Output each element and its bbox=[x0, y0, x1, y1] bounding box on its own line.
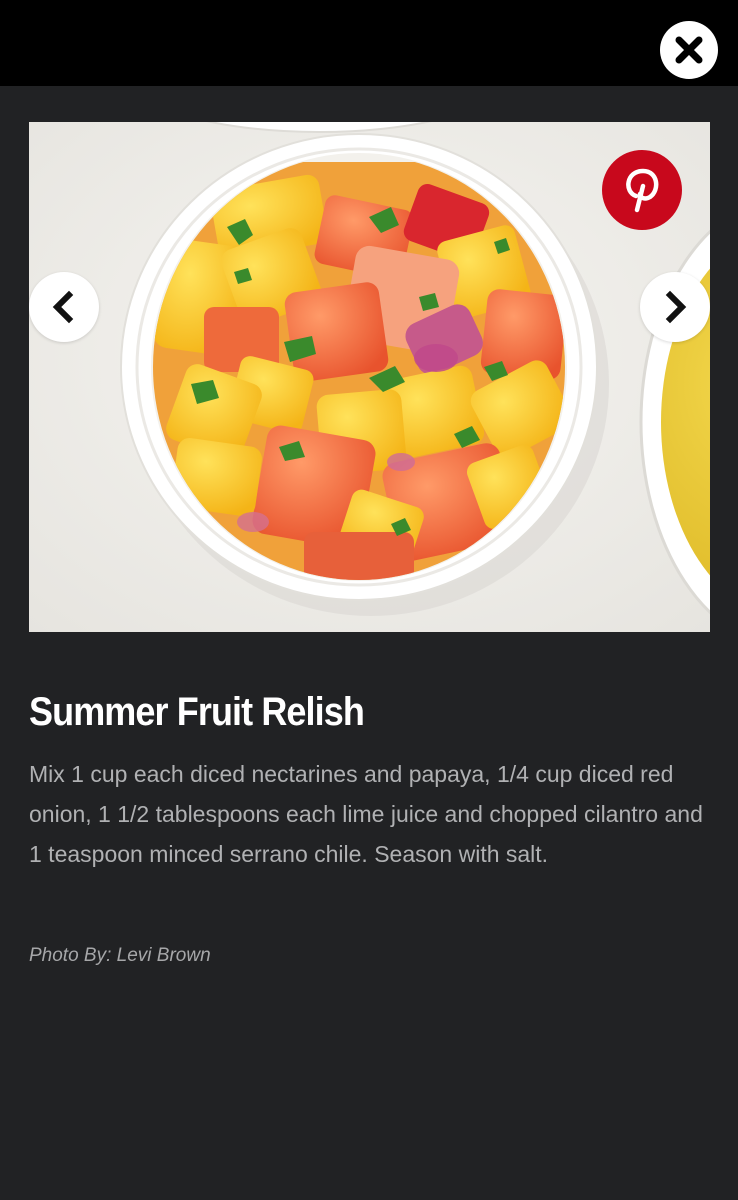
slide-title: Summer Fruit Relish bbox=[29, 690, 365, 734]
chevron-right-icon bbox=[665, 290, 687, 324]
chevron-left-icon bbox=[52, 290, 74, 324]
previous-slide-button[interactable] bbox=[29, 272, 99, 342]
close-button[interactable] bbox=[660, 21, 718, 79]
pinterest-icon bbox=[626, 168, 659, 213]
close-icon bbox=[675, 36, 703, 64]
pinterest-button[interactable] bbox=[602, 150, 682, 230]
top-bar bbox=[0, 0, 738, 86]
next-slide-button[interactable] bbox=[640, 272, 710, 342]
photo-credit: Photo By: Levi Brown bbox=[29, 945, 211, 966]
slide-photo bbox=[29, 122, 710, 632]
slide-description: Mix 1 cup each diced nectarines and papa… bbox=[29, 761, 703, 867]
